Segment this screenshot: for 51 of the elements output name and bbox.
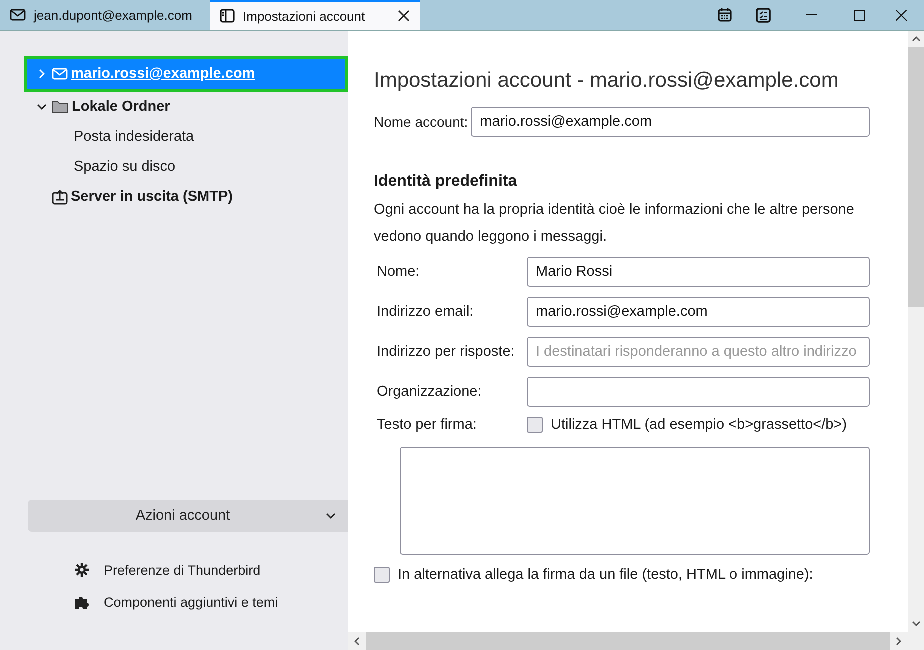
mail-icon: [10, 8, 26, 22]
checkbox-label[interactable]: In alternativa allega la firma da un file (testo, HTML o immagine):: [398, 567, 814, 583]
mail-icon: [52, 67, 68, 81]
puzzle-icon: [74, 594, 90, 610]
account-tree-item[interactable]: Server in uscita (SMTP): [0, 182, 348, 212]
input-field[interactable]: [527, 377, 870, 407]
field-label: Indirizzo per risposte:: [377, 344, 516, 360]
field-label: Nome:: [377, 264, 421, 280]
sidebar-link[interactable]: Componenti aggiuntivi e temi: [104, 594, 278, 610]
scroll-up-icon[interactable]: [912, 36, 920, 42]
input-field[interactable]: mario.rossi@example.com: [471, 107, 870, 137]
input-field[interactable]: Mario Rossi: [527, 257, 870, 287]
checkbox[interactable]: [374, 567, 390, 583]
task-list-icon[interactable]: [756, 8, 770, 22]
account-tree-item[interactable]: mario.rossi@example.com: [24, 56, 348, 92]
sidebar-link[interactable]: Preferenze di Thunderbird: [104, 562, 261, 578]
field-label: Indirizzo email:: [377, 304, 475, 320]
scroll-down-icon[interactable]: [912, 621, 920, 627]
close-icon[interactable]: [896, 10, 906, 20]
page-title: Impostazioni account - mario.rossi@example.com: [374, 69, 840, 93]
tab[interactable]: jean.dupont@example.com: [0, 0, 210, 30]
description: Ogni account ha la propria identità cioè le informazioni che le altre persone vedono quando leggono i messaggi.: [374, 201, 856, 247]
field-label: Testo per firma:: [377, 417, 478, 433]
settings-icon: [74, 562, 90, 578]
outbox-icon: [52, 190, 68, 204]
scroll-right-icon[interactable]: [896, 636, 902, 646]
input-field[interactable]: mario.rossi@example.com: [527, 297, 870, 327]
field-label: Organizzazione:: [377, 384, 483, 400]
section-heading: Identità predefinita: [374, 173, 518, 191]
checkbox[interactable]: [527, 417, 543, 433]
folder-icon: [52, 100, 69, 114]
account-actions-button[interactable]: Azioni account: [28, 500, 348, 532]
tab[interactable]: Impostazioni account: [210, 0, 420, 30]
horizontal-scrollbar[interactable]: [348, 632, 924, 650]
scroll-left-icon[interactable]: [354, 636, 360, 646]
chevron-right-icon[interactable]: [37, 69, 47, 79]
account-tree-item[interactable]: Lokale Ordner: [0, 92, 348, 122]
caret-icon: [326, 513, 336, 519]
calendar-icon[interactable]: [718, 8, 732, 22]
checkbox-label[interactable]: Utilizza HTML (ad esempio <b>grassetto</b>): [551, 417, 848, 433]
close-icon[interactable]: [398, 10, 410, 22]
input-field[interactable]: I destinatari risponderanno a questo altro indirizzo: [527, 337, 870, 367]
chevron-down-icon[interactable]: [37, 102, 47, 112]
settings-icon: [220, 9, 235, 23]
signature-text-area[interactable]: [400, 447, 870, 555]
field-label: Nome account:: [374, 114, 468, 130]
minimize-icon[interactable]: [806, 14, 816, 16]
account-tree-item[interactable]: Spazio su disco: [0, 152, 348, 182]
maximize-icon[interactable]: [854, 10, 864, 20]
vertical-scrollbar[interactable]: [908, 31, 924, 632]
account-tree-item[interactable]: Posta indesiderata: [0, 122, 348, 152]
